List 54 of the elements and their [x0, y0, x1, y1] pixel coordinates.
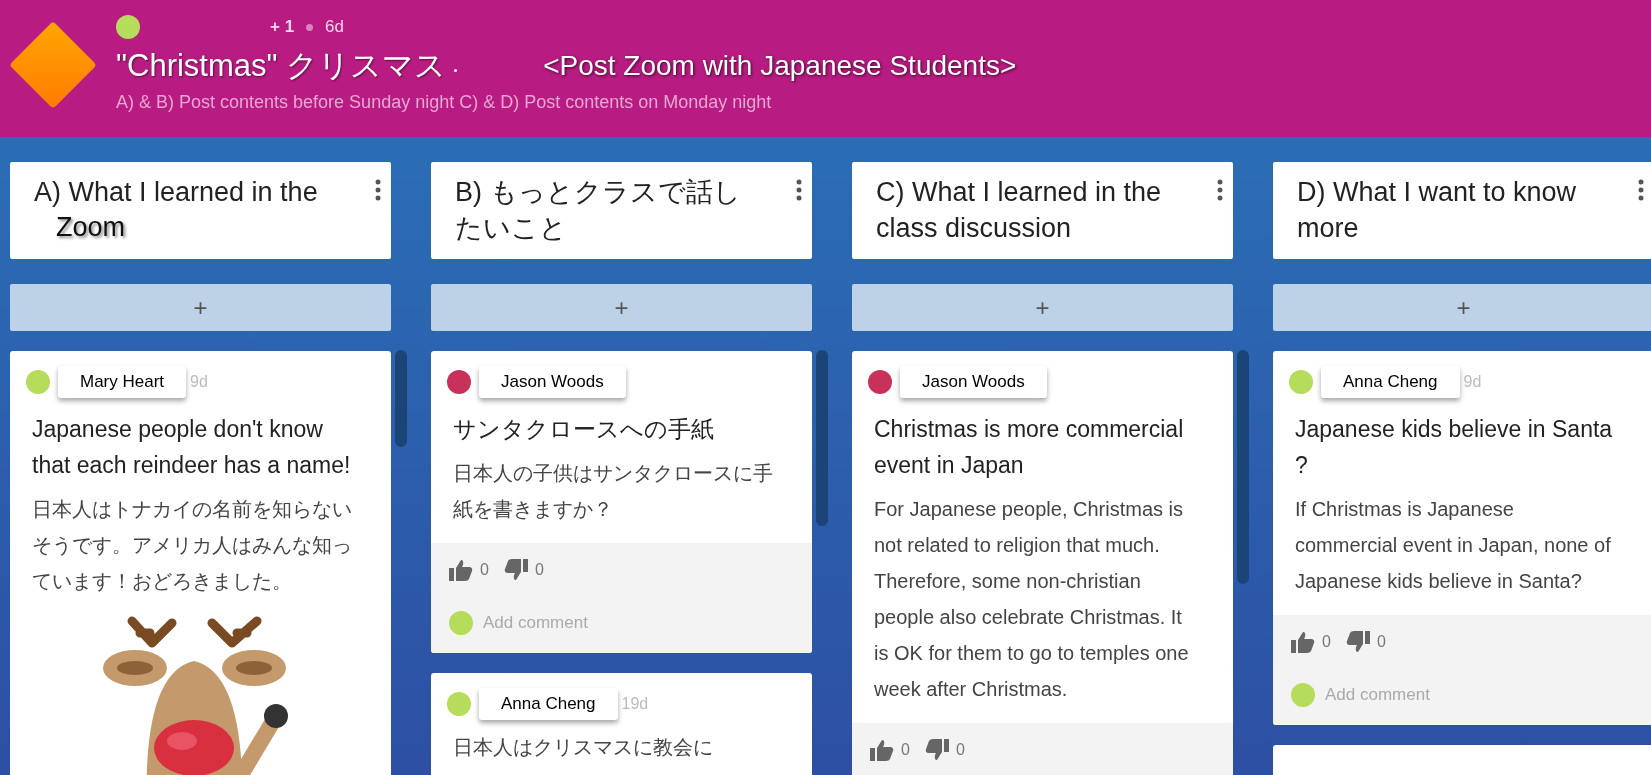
like-count: 0 [1322, 633, 1331, 651]
add-post-button[interactable]: + [852, 284, 1233, 331]
post-text: 日本人はクリスマスに教会に [453, 735, 714, 760]
post-time: 19d [621, 695, 649, 713]
more-options-icon[interactable] [1638, 178, 1644, 202]
comment-field[interactable]: Add comment [1325, 685, 1575, 705]
like-count: 0 [480, 561, 489, 579]
thumbs-down-icon[interactable] [1345, 631, 1370, 653]
board-description: A) & B) Post contents before Sunday night C) & D) Post contents on Monday night [116, 92, 773, 113]
add-post-button[interactable]: + [431, 284, 812, 331]
like-count: 0 [901, 741, 910, 759]
dislike-count: 0 [1376, 633, 1386, 651]
post-title: サンタクロースへの手紙 [453, 415, 715, 444]
post-text: If Christmas is Japanese commercial event in Japan, none of Japanese kids believe in Santa? [1295, 497, 1612, 594]
thumbs-up-icon[interactable] [1291, 631, 1315, 653]
author-name-tag: Anna Cheng [479, 688, 618, 720]
author-name-tag: Anna Cheng [1321, 366, 1460, 398]
more-options-icon[interactable] [375, 178, 381, 202]
author-name-tag: Jason Woods [479, 366, 626, 398]
more-options-icon[interactable] [796, 178, 802, 202]
add-post-button[interactable]: + [1273, 284, 1651, 331]
thumbs-up-icon[interactable] [870, 739, 894, 761]
column-title-overlay: Zoom [56, 211, 126, 244]
comment-field[interactable]: Add comment [483, 613, 733, 633]
post-text: For Japanese people, Christmas is not related to religion that much. Therefore, some non-christian people also celebrate Christmas. It is OK for them to go to temples one week after Christmas. [874, 497, 1190, 702]
contributor-count: + 1 [270, 17, 295, 37]
author-name-tag: Jason Woods [900, 366, 1047, 398]
scrollbar-thumb[interactable] [395, 350, 407, 447]
scrollbar-thumb[interactable] [1237, 350, 1249, 584]
post-title: Japanese kids believe in Santa ? [1295, 415, 1614, 480]
column-title: A) What I learned in the [34, 176, 318, 209]
column-title: B) もっとクラスで話したいこと [455, 176, 742, 245]
author-name-tag: Mary Heart [58, 366, 187, 398]
post-time: 9d [190, 373, 208, 391]
post-time: 9d [1463, 373, 1482, 391]
post-title: Japanese people don't know that each reindeer has a name! [32, 415, 352, 480]
more-options-icon[interactable] [1217, 178, 1223, 202]
column-title: D) What I want to know more [1297, 176, 1578, 245]
scrollbar-thumb[interactable] [816, 350, 828, 526]
dot-icon [454, 68, 458, 72]
post-text: 日本人の子供はサンタクロースに手紙を書きますか？ [453, 461, 774, 522]
board-title: "Christmas" クリスマス [116, 47, 447, 85]
bullet-icon [306, 23, 314, 31]
dislike-count: 0 [955, 741, 965, 759]
thumbs-up-icon[interactable] [449, 559, 473, 581]
post-text: 日本人はトナカイの名前を知らないそうです。アメリカ人はみんな知っています！おどろきました。 [32, 497, 353, 594]
dislike-count: 0 [534, 561, 544, 579]
board-title-note: <Post Zoom with Japanese Students> [543, 50, 1017, 82]
thumbs-down-icon[interactable] [924, 739, 949, 761]
post-title: Christmas is more commercial event in Japan [874, 415, 1185, 480]
board-age: 6d [325, 17, 345, 37]
column-title: C) What I learned in the class discussion [876, 176, 1163, 245]
add-post-button[interactable]: + [10, 284, 391, 331]
thumbs-down-icon[interactable] [503, 559, 528, 581]
